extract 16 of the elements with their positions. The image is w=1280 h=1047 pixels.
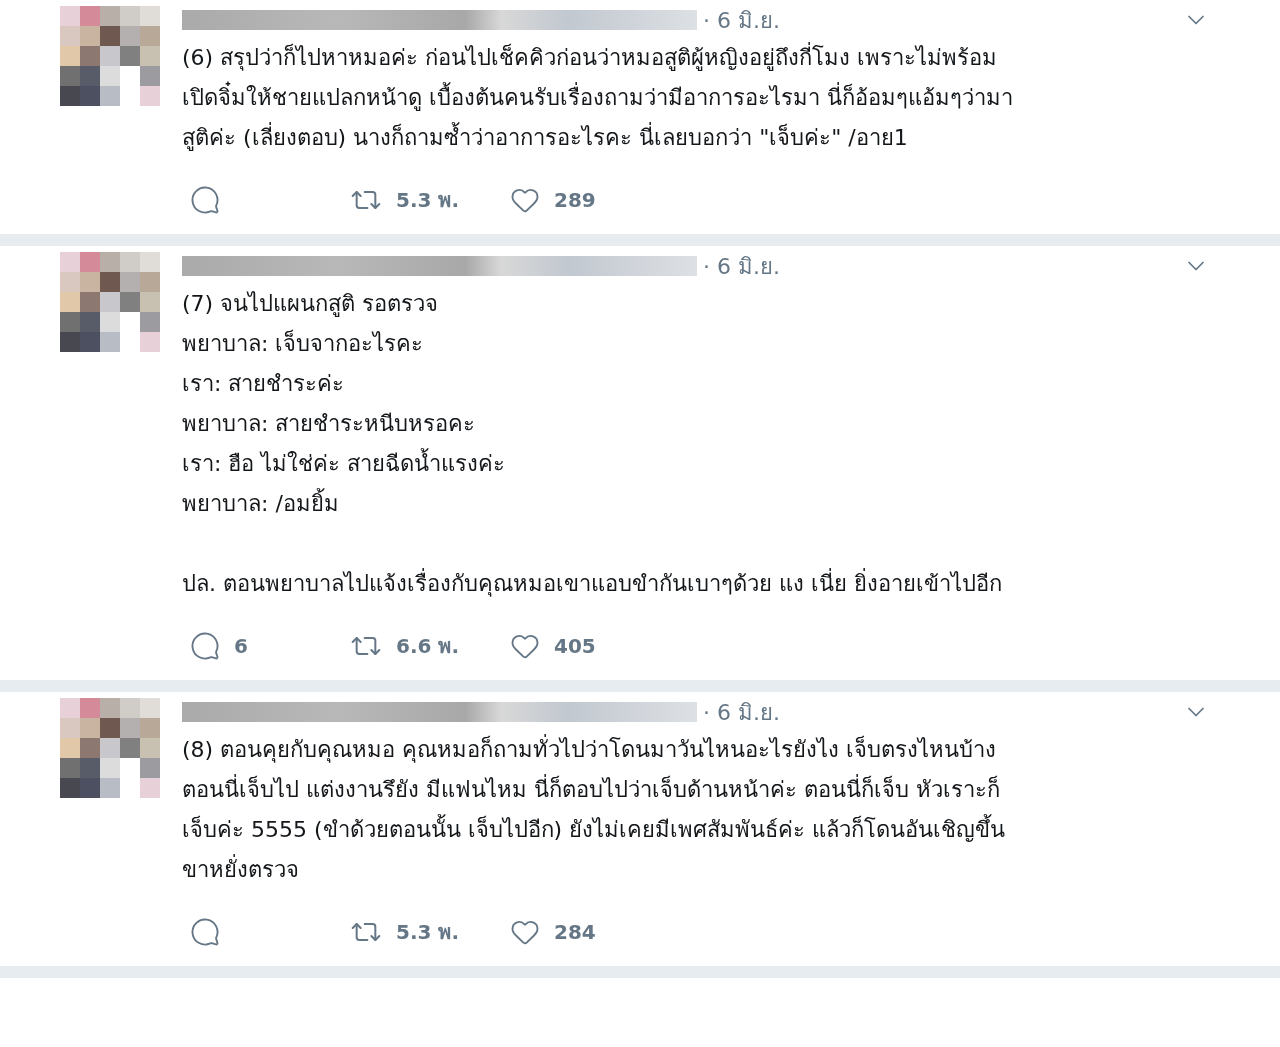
like-count: 284 xyxy=(554,920,596,944)
tweet-time[interactable]: · 6 มิ.ย. xyxy=(703,248,780,284)
reply-count: 6 xyxy=(234,634,248,658)
like-count: 289 xyxy=(554,188,596,212)
reply-icon[interactable] xyxy=(190,917,220,947)
retweet-count: 6.6 พ. xyxy=(396,633,459,660)
retweet-count: 5.3 พ. xyxy=(396,919,459,946)
tweet-text: (6) สรุปว่าก็ไปหาหมอค่ะ ก่อนไปเช็คคิวก่อนว่าหมอสูติผู้หญิงอยู่ถึงกี่โมง เพราะไม่พร้อม เปิดจิ๋มให้ชายแปลกหน้าดู เบื้องต้นคนรับเรื่องถามว่ามีอาการอะไรมา นี่ก็อ้อมๆแอ้มๆว่ามา สูติค่ะ (เลี่ยงตอบ) นางก็ถามซ้ำว่าอาการอะไรคะ นี่เลยบอกว่า "เจ็บค่ะ" /อาย1 xyxy=(182,38,1210,158)
tweet-text: (7) จนไปแผนกสูติ รอตรวจ พยาบาล: เจ็บจากอะไรคะ เรา: สายชำระค่ะ พยาบาล: สายชำระหนีบหรอคะ เรา: ฮือ ไม่ใช่ค่ะ สายฉีดน้ำแรงค่ะ พยาบาล: /อมยิ้ม ปล. ตอนพยาบาลไปแจ้งเรื่องกับคุณหมอเขาแอบขำกันเบาๆด้วย แง เนี่ย ยิ่งอายเข้าไปอีก xyxy=(182,290,1003,599)
reply-icon[interactable] xyxy=(190,631,220,661)
tweet-time[interactable]: · 6 มิ.ย. xyxy=(703,2,780,38)
tweet-text: (8) ตอนคุยกับคุณหมอ คุณหมอก็ถามทั่วไปว่าโดนมาวันไหนอะไรยังไง เจ็บตรงไหนบ้าง ตอนนี่เจ็บไป แต่งงานรึยัง มีแฟนไหม นี่ก็ตอบไปว่าเจ็บด้านหน้าค่ะ ตอนนี่ก็เจ็บ หัวเราะก็ เจ็บค่ะ 5555 (ขำด้วยตอนนั้น เจ็บไปอีก) ยังไม่เคยมีเพศสัมพันธ์ค่ะ แล้วก็โดนอันเชิญขึ้น ขาหยั่งตรวจ xyxy=(182,730,1210,890)
reply-icon[interactable] xyxy=(190,185,220,215)
retweet-count: 5.3 พ. xyxy=(396,187,459,214)
tweet-time[interactable]: · 6 มิ.ย. xyxy=(703,694,780,730)
like-count: 405 xyxy=(554,634,596,658)
